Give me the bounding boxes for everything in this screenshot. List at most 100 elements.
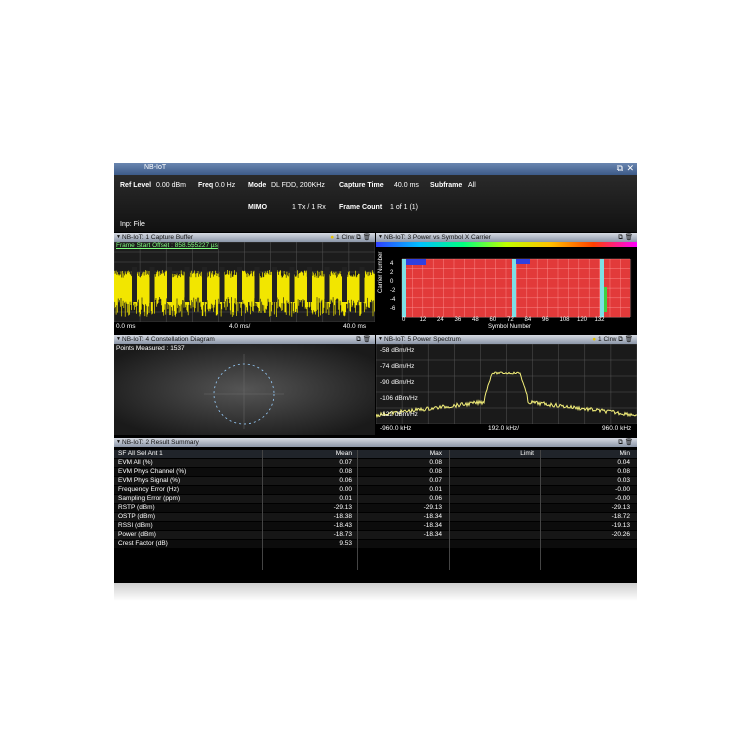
power-spectrum-titlebar: ▼ NB-IoT: 5 Power Spectrum ● 1 Clrw ⧉ 🗑 [376, 335, 637, 344]
cell-mean: 0.01 [339, 495, 352, 502]
spectrum-x-division: 192.0 kHz/ [488, 425, 520, 432]
collapse-arrow-icon[interactable]: ▼ [116, 335, 121, 344]
heatmap-x-tick: 60 [489, 317, 497, 323]
spectrum-x-start: -960.0 kHz [380, 425, 412, 432]
cell-max: -18.34 [423, 513, 442, 520]
delete-icon[interactable]: 🗑 [625, 439, 633, 446]
window-title: NB-IoT [144, 164, 167, 171]
table-row: RSTP (dBm) -29.13 -29.13 -29.13 [114, 504, 637, 512]
collapse-arrow-icon[interactable]: ▼ [116, 233, 121, 242]
cell-mean: 0.00 [339, 486, 352, 493]
table-row: OSTP (dBm) -18.38 -18.34 -18.72 [114, 513, 637, 521]
cell-name: EVM Phys Channel (%) [118, 468, 187, 475]
delete-icon[interactable]: 🗑 [625, 234, 633, 241]
cell-max: 0.06 [429, 495, 442, 502]
cell-name: OSTP (dBm) [118, 513, 156, 520]
cell-name: Crest Factor (dB) [118, 540, 168, 547]
cell-name: Power (dBm) [118, 531, 156, 538]
column-divider [262, 450, 263, 570]
heatmap-x-tick: 132 [594, 317, 605, 323]
constellation-panel[interactable]: ▼ NB-IoT: 4 Constellation Diagram ⧉ 🗑 Po… [114, 335, 375, 435]
restore-icon[interactable]: ⧉ [617, 163, 623, 174]
collapse-arrow-icon[interactable]: ▼ [116, 438, 121, 447]
cell-max: -18.34 [423, 531, 442, 538]
heatmap-x-tick: 120 [577, 317, 588, 323]
panel5-controls: ● 1 Clrw ⧉ 🗑 [592, 335, 633, 344]
heatmap-x-tick: 84 [524, 317, 532, 323]
trace-mode-label: 1 Clrw [598, 336, 617, 343]
heatmap-y-tick: 2 [390, 270, 394, 276]
cell-min: 0.08 [617, 468, 630, 475]
cell-max: 0.01 [429, 486, 442, 493]
column-divider [357, 450, 358, 570]
heatmap-x-tick: 0 [402, 317, 406, 323]
cell-mean: 9.53 [339, 540, 352, 547]
column-header-sf: SF All Sel Ant 1 [118, 450, 163, 457]
collapse-arrow-icon[interactable]: ▼ [378, 335, 383, 344]
application-window: NB-IoT ⧉ ✕ Ref Level 0.00 dBm Freq 0.0 H… [114, 163, 637, 583]
maximize-icon[interactable]: ⧉ [618, 234, 623, 241]
column-header-min: Min [619, 450, 630, 457]
column-divider [449, 450, 450, 570]
heatmap-y-tick: -2 [390, 288, 396, 294]
close-icon[interactable]: ✕ [626, 163, 634, 174]
spectrum-y-label: -106 dBm/Hz [380, 395, 418, 402]
column-header-limit: Limit [520, 450, 534, 457]
power-spectrum-title: NB-IoT: 5 Power Spectrum [384, 336, 461, 343]
column-header-mean: Mean [335, 450, 352, 457]
heatmap-x-tick: 72 [507, 317, 514, 323]
table-row: Crest Factor (dB) 9.53 [114, 540, 637, 548]
cell-min: -19.13 [611, 522, 630, 529]
x-axis-start: 0.0 ms [116, 323, 136, 330]
trace-marker-icon: ● [330, 234, 335, 241]
trace-marker-icon: ● [592, 336, 597, 343]
x-axis-end: 40.0 ms [343, 323, 367, 330]
cell-mean: -18.43 [333, 522, 352, 529]
mode-label: Mode [248, 182, 267, 189]
heatmap-x-tick: 108 [559, 317, 570, 323]
cell-max: 0.08 [429, 459, 442, 466]
table-row: RSSI (dBm) -18.43 -18.34 -19.13 [114, 522, 637, 530]
table-row: Power (dBm) -18.73 -18.34 -20.26 [114, 531, 637, 539]
spectrum-y-label: -90 dBm/Hz [380, 379, 415, 386]
table-row: EVM All (%) 0.07 0.08 0.04 [114, 459, 637, 467]
freq-label: Freq [198, 182, 214, 189]
cell-name: Frequency Error (Hz) [118, 486, 180, 493]
power-vs-symbol-title: NB-IoT: 3 Power vs Symbol X Carrier [384, 234, 491, 241]
window-titlebar: NB-IoT ⧉ ✕ [114, 163, 637, 175]
frame-start-offset: Frame Start Offset : 858.555227 µs [116, 242, 218, 249]
table-row: EVM Phys Signal (%) 0.06 0.07 0.03 [114, 477, 637, 485]
mimo-value: 1 Tx / 1 Rx [292, 204, 326, 211]
frame-count-value: 1 of 1 (1) [390, 204, 419, 211]
capture-buffer-panel[interactable]: ▼ NB-IoT: 1 Capture Buffer ● 1 Clrw ⧉ 🗑 … [114, 233, 375, 333]
collapse-arrow-icon[interactable]: ▼ [378, 233, 383, 242]
power-spectrum-panel[interactable]: ▼ NB-IoT: 5 Power Spectrum ● 1 Clrw ⧉ 🗑 … [376, 335, 637, 435]
maximize-icon[interactable]: ⧉ [618, 439, 623, 446]
result-summary-title: NB-IoT: 2 Result Summary [122, 439, 199, 446]
capture-time-label: Capture Time [339, 182, 384, 189]
heatmap-y-tick: 0 [390, 279, 394, 285]
cell-min: 0.04 [617, 459, 630, 466]
table-row: Frequency Error (Hz) 0.00 0.01 -0.00 [114, 486, 637, 494]
heatmap-x-label: Symbol Number [488, 324, 532, 330]
delete-icon[interactable]: 🗑 [625, 336, 633, 343]
cell-max: -18.34 [423, 522, 442, 529]
power-vs-symbol-panel[interactable]: ▼ NB-IoT: 3 Power vs Symbol X Carrier ⧉ … [376, 233, 637, 333]
capture-buffer-plot [114, 242, 375, 322]
frame-count-label: Frame Count [339, 204, 383, 211]
heatmap-x-tick: 24 [437, 317, 444, 323]
capture-buffer-title: NB-IoT: 1 Capture Buffer [122, 234, 194, 241]
points-measured: Points Measured : 1537 [116, 345, 185, 352]
result-summary-panel[interactable]: ▼ NB-IoT: 2 Result Summary ⧉ 🗑 SF All Se… [114, 438, 637, 583]
freq-value: 0.0 Hz [215, 182, 236, 189]
maximize-icon[interactable]: ⧉ [356, 336, 361, 343]
maximize-icon[interactable]: ⧉ [618, 336, 623, 343]
trace-mode-label: 1 Clrw [336, 234, 355, 241]
delete-icon[interactable]: 🗑 [363, 234, 371, 241]
maximize-icon[interactable]: ⧉ [356, 234, 361, 241]
measurement-settings-header: Ref Level 0.00 dBm Freq 0.0 Hz Mode DL F… [114, 175, 637, 232]
constellation-titlebar: ▼ NB-IoT: 4 Constellation Diagram ⧉ 🗑 [114, 335, 375, 344]
delete-icon[interactable]: 🗑 [363, 336, 371, 343]
heatmap-x-tick: 96 [542, 317, 549, 323]
panel1-controls: ● 1 Clrw ⧉ 🗑 [330, 233, 371, 242]
